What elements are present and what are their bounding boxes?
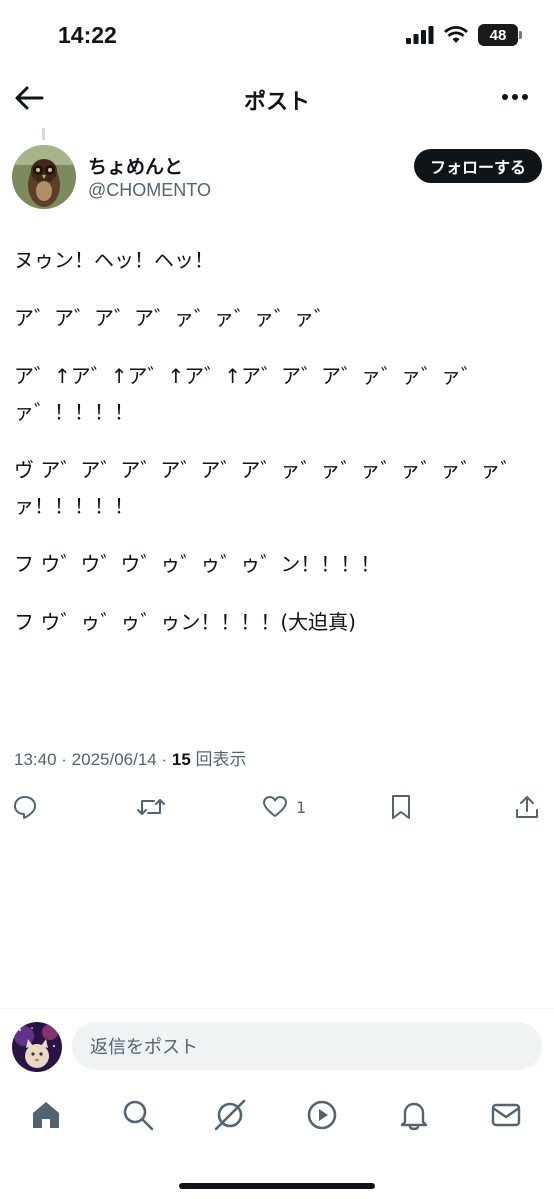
more-options-button[interactable] xyxy=(502,94,528,100)
status-icons: 48 xyxy=(406,24,522,46)
tab-video[interactable] xyxy=(305,1098,339,1132)
like-count: 1 xyxy=(296,797,307,817)
author-display-name[interactable]: ちょめんと xyxy=(88,152,183,179)
views-count[interactable]: 15 xyxy=(172,750,191,769)
play-circle-icon xyxy=(307,1100,337,1130)
signal-icon xyxy=(406,26,434,44)
meta-separator: · xyxy=(161,750,172,769)
reply-input[interactable]: 返信をポスト xyxy=(72,1022,542,1070)
status-time: 14:22 xyxy=(58,22,117,48)
meta-separator: · xyxy=(61,750,72,769)
nav-header: ポスト xyxy=(0,74,554,122)
post-meta: 13:40 · 2025/06/14 · 15 回表示 xyxy=(14,745,247,770)
heart-icon xyxy=(263,796,287,817)
wifi-icon xyxy=(444,26,468,43)
user-avatar[interactable] xyxy=(12,1022,62,1072)
bell-icon xyxy=(400,1102,428,1131)
post-paragraph: ア゛↑ア゛↑ア゛↑ア゛↑ア゛ア゛ア゛ァ゛ァ゛ァ゛ァ゛！！！！ xyxy=(14,364,482,424)
share-button[interactable] xyxy=(514,789,540,825)
page-title: ポスト xyxy=(243,90,310,115)
post-time: 13:40 xyxy=(14,750,57,769)
more-dot-icon xyxy=(522,94,528,100)
author-handle[interactable]: @CHOMENTO xyxy=(88,180,211,201)
follow-button[interactable]: フォローする xyxy=(413,149,542,183)
share-icon xyxy=(516,796,538,818)
bookmark-icon xyxy=(392,795,410,819)
reply-icon xyxy=(14,796,36,819)
tab-home[interactable] xyxy=(29,1098,63,1132)
post-paragraph: フ ウ゛ゥ゛ゥ゛ゥン！！！！(大迫真) xyxy=(14,610,356,634)
author-avatar[interactable] xyxy=(12,145,76,209)
battery-indicator: 48 xyxy=(478,24,522,46)
status-bar: 14:22 48 xyxy=(0,0,554,74)
post-paragraph: ヌゥン！ヘッ！ヘッ！ xyxy=(14,248,214,272)
home-indicator xyxy=(179,1183,375,1189)
post-text: ヌゥン！ヘッ！ヘッ！ ア゛ア゛ア゛ア゛ァ゛ァ゛ァ゛ァ゛ ア゛↑ア゛↑ア゛↑ア゛↑… xyxy=(14,242,540,662)
grok-icon xyxy=(214,1099,246,1131)
cat-galaxy-avatar-icon xyxy=(12,1022,62,1072)
post-paragraph: フ ウ゛ウ゛ウ゛ゥ゛ゥ゛ゥ゛ン！！！！ xyxy=(14,552,381,576)
repost-icon xyxy=(137,799,165,815)
bottom-tab-bar xyxy=(0,1086,554,1146)
post-author: ちょめんと @CHOMENTO フォローする xyxy=(12,145,542,211)
views-label: 回表示 xyxy=(195,750,247,769)
repost-button[interactable] xyxy=(136,789,166,825)
reply-bar: 返信をポスト xyxy=(0,1020,554,1074)
thread-connector xyxy=(42,128,45,140)
tab-search[interactable] xyxy=(121,1098,155,1132)
bookmark-button[interactable] xyxy=(388,789,414,825)
tab-messages[interactable] xyxy=(489,1098,523,1132)
post-paragraph: ヴ ア゛ア゛ア゛ア゛ア゛ア゛ァ゛ァ゛ァ゛ァ゛ァ゛ァ゛ァ！！！！！ xyxy=(14,458,521,518)
search-icon xyxy=(123,1100,154,1131)
more-dot-icon xyxy=(512,94,518,100)
mail-icon xyxy=(491,1103,521,1127)
tab-notifications[interactable] xyxy=(397,1098,431,1132)
owl-avatar-icon xyxy=(12,145,76,209)
tab-grok[interactable] xyxy=(213,1098,247,1132)
like-button[interactable]: 1 xyxy=(262,789,306,825)
home-icon xyxy=(33,1102,59,1128)
divider xyxy=(0,1008,554,1009)
post-paragraph: ア゛ア゛ア゛ア゛ァ゛ァ゛ァ゛ァ゛ xyxy=(14,306,334,330)
post-date: 2025/06/14 xyxy=(71,750,157,769)
more-dot-icon xyxy=(502,94,508,100)
reply-button[interactable] xyxy=(12,789,38,825)
post-actions: 1 xyxy=(0,789,554,825)
